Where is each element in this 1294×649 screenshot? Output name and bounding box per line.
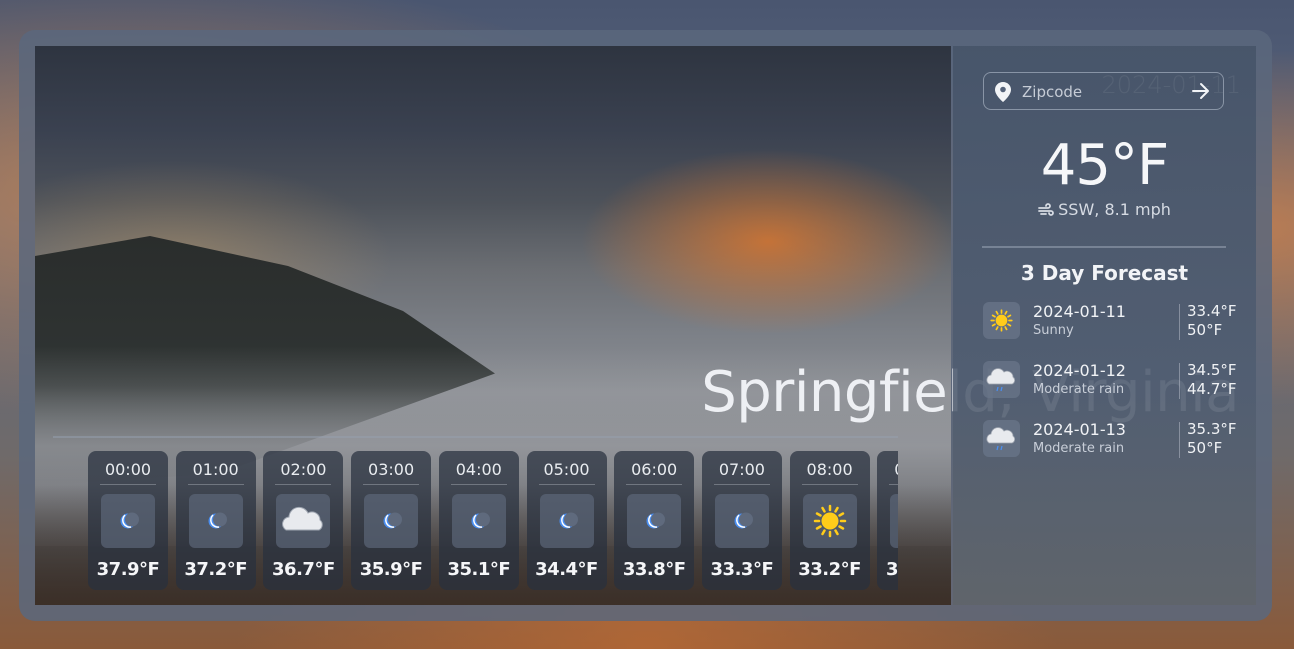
hour-card: 01:00 37.2°F xyxy=(175,451,256,590)
forecast-date: 2024-01-11 xyxy=(1033,302,1126,321)
hour-card: 07:00 33.3°F xyxy=(701,451,782,590)
forecast-date: 2024-01-12 xyxy=(1033,361,1126,380)
cloud-icon xyxy=(276,494,331,548)
hour-time: 08:00 xyxy=(806,460,853,479)
hour-card: 08:00 33.2°F xyxy=(789,451,870,590)
hour-card: 06:00 33.8°F xyxy=(614,451,695,590)
forecast-divider xyxy=(1179,304,1180,340)
hour-divider xyxy=(275,484,332,485)
wind-info: SSW, 8.1 mph xyxy=(953,200,1256,219)
forecast-day-row: 2024-01-12 Moderate rain 34.5°F 44.7°F xyxy=(983,361,1248,405)
hour-time: 09:00 xyxy=(877,460,898,479)
hour-temperature: 37.9°F xyxy=(96,559,160,580)
hour-temperature: 37.2°F xyxy=(184,559,248,580)
moon-icon xyxy=(539,494,594,548)
forecast-day-row: 2024-01-13 Moderate rain 35.3°F 50°F xyxy=(983,420,1248,464)
arrow-right-icon[interactable] xyxy=(1191,82,1211,100)
hour-temperature: 33.8°F xyxy=(622,559,686,580)
moon-icon xyxy=(627,494,682,548)
hour-card: 09:00 33.9°F xyxy=(877,451,898,590)
forecast-divider xyxy=(1179,422,1180,458)
forecast-high-temp: 44.7°F xyxy=(1187,380,1237,398)
hour-divider xyxy=(889,484,898,485)
forecast-day-row: 2024-01-11 Sunny 33.4°F 50°F xyxy=(983,302,1248,346)
hour-time: 00:00 xyxy=(104,460,152,479)
current-temperature: 45°F xyxy=(1040,133,1169,198)
hour-card: 05:00 34.4°F xyxy=(526,451,607,590)
hour-divider xyxy=(450,484,507,485)
wind-icon xyxy=(1038,203,1054,216)
sun-icon xyxy=(890,494,898,548)
hour-temperature: 35.9°F xyxy=(359,559,423,580)
hour-temperature: 33.3°F xyxy=(710,559,774,580)
moon-icon xyxy=(101,494,155,548)
moon-icon xyxy=(188,494,243,548)
hour-time: 07:00 xyxy=(718,460,765,479)
moon-icon xyxy=(714,494,769,548)
forecast-divider xyxy=(1179,363,1180,399)
hour-divider xyxy=(187,484,244,485)
hour-card: 02:00 36.7°F xyxy=(263,451,344,590)
hour-divider xyxy=(626,484,683,485)
location-pin-icon xyxy=(995,82,1011,102)
forecast-low-temp: 35.3°F xyxy=(1187,420,1237,438)
hour-divider xyxy=(801,484,858,485)
hour-divider xyxy=(100,484,156,485)
forecast-condition: Moderate rain xyxy=(1033,441,1125,456)
forecast-high-temp: 50°F xyxy=(1187,321,1223,339)
hour-divider xyxy=(363,484,420,485)
hour-card: 00:00 37.9°F xyxy=(88,451,168,590)
hour-temperature: 34.4°F xyxy=(535,559,598,580)
moon-icon xyxy=(451,494,506,548)
hour-card: 04:00 35.1°F xyxy=(438,451,519,590)
forecast-low-temp: 34.5°F xyxy=(1187,361,1237,379)
sun-icon xyxy=(983,302,1020,339)
rain-cloud-icon xyxy=(983,420,1020,457)
hour-temperature: 33.2°F xyxy=(798,559,861,580)
hour-time: 01:00 xyxy=(192,460,239,479)
sidebar-divider xyxy=(982,246,1226,248)
forecast-condition: Moderate rain xyxy=(1033,382,1125,397)
hourly-forecast-strip[interactable]: 00:00 37.9°F 01:00 37.2°F 02:00 36.7°F 03:00 35… xyxy=(88,451,898,591)
hour-time: 06:00 xyxy=(631,460,678,479)
forecast-title: 3 Day Forecast xyxy=(1020,261,1189,285)
hour-temperature: 36.7°F xyxy=(272,559,335,580)
forecast-high-temp: 50°F xyxy=(1187,439,1223,457)
wind-text: SSW, 8.1 mph xyxy=(1058,200,1171,219)
hour-time: 04:00 xyxy=(455,460,502,479)
zipcode-input[interactable] xyxy=(1020,79,1184,105)
hour-time: 02:00 xyxy=(280,460,327,479)
hour-card: 03:00 35.9°F xyxy=(351,451,432,590)
sun-icon xyxy=(802,494,857,548)
zipcode-search xyxy=(983,72,1224,110)
hour-temperature: 33.9°F xyxy=(885,559,898,580)
hour-divider xyxy=(538,484,595,485)
moon-icon xyxy=(364,494,419,548)
hour-time: 05:00 xyxy=(543,460,590,479)
hour-divider xyxy=(713,484,770,485)
forecast-date: 2024-01-13 xyxy=(1033,420,1126,439)
divider xyxy=(53,436,898,438)
rain-cloud-icon xyxy=(983,361,1020,398)
forecast-condition: Sunny xyxy=(1033,323,1074,338)
hour-time: 03:00 xyxy=(368,460,415,479)
forecast-low-temp: 33.4°F xyxy=(1187,302,1237,320)
hour-temperature: 35.1°F xyxy=(447,559,511,580)
